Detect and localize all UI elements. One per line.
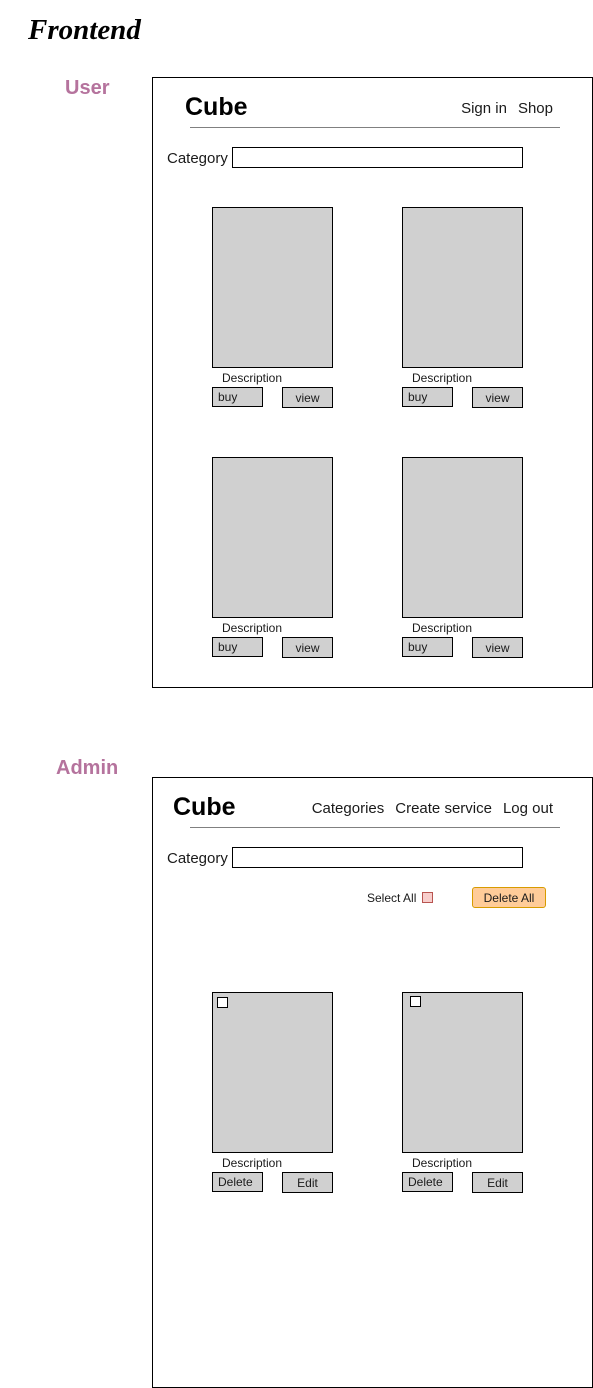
user-card-2-view-button[interactable]: view [472,387,523,408]
select-all-checkbox[interactable] [422,892,433,903]
admin-card-2-description: Description [412,1156,473,1170]
admin-card-2-edit-button[interactable]: Edit [472,1172,523,1193]
user-card-4-view-button[interactable]: view [472,637,523,658]
nav-create-service[interactable]: Create service [395,800,492,817]
admin-section-label: Admin [56,757,119,779]
user-card-3-view-button[interactable]: view [282,637,333,658]
user-card-1-buy-button[interactable]: buy [212,387,263,407]
user-logo[interactable]: Cube [185,93,248,122]
admin-header-divider [190,827,560,828]
user-card-4-image [402,457,523,618]
user-card-4-buy-button[interactable]: buy [402,637,453,657]
admin-card-1-image [212,992,333,1153]
user-card-2-buy-button[interactable]: buy [402,387,453,407]
admin-card-2-delete-button[interactable]: Delete [402,1172,453,1192]
user-nav: Sign in Shop [461,100,553,117]
nav-sign-in[interactable]: Sign in [461,100,507,117]
admin-nav: Categories Create service Log out [312,800,553,817]
admin-card-1-delete-button[interactable]: Delete [212,1172,263,1192]
nav-shop[interactable]: Shop [518,100,553,117]
admin-card-1-edit-button[interactable]: Edit [282,1172,333,1193]
user-card-1-image [212,207,333,368]
user-card-2-image [402,207,523,368]
user-section-label: User [65,77,110,99]
nav-categories[interactable]: Categories [312,800,385,817]
user-header-divider [190,127,560,128]
nav-log-out[interactable]: Log out [503,800,553,817]
delete-all-button[interactable]: Delete All [472,887,546,908]
user-category-label: Category [167,150,228,167]
user-card-3-buy-button[interactable]: buy [212,637,263,657]
user-card-2-description: Description [412,371,473,385]
admin-logo[interactable]: Cube [173,793,236,822]
admin-category-label: Category [167,850,228,867]
admin-category-input[interactable] [232,847,523,868]
user-category-input[interactable] [232,147,523,168]
user-card-1-description: Description [222,371,283,385]
user-card-4-description: Description [412,621,473,635]
user-card-3-description: Description [222,621,283,635]
select-all-label: Select All [367,891,417,905]
admin-card-2-image [402,992,523,1153]
page-title: Frontend [28,14,141,46]
admin-card-2-checkbox[interactable] [410,996,421,1007]
admin-card-1-description: Description [222,1156,283,1170]
user-card-3-image [212,457,333,618]
user-card-1-view-button[interactable]: view [282,387,333,408]
admin-card-1-checkbox[interactable] [217,997,228,1008]
